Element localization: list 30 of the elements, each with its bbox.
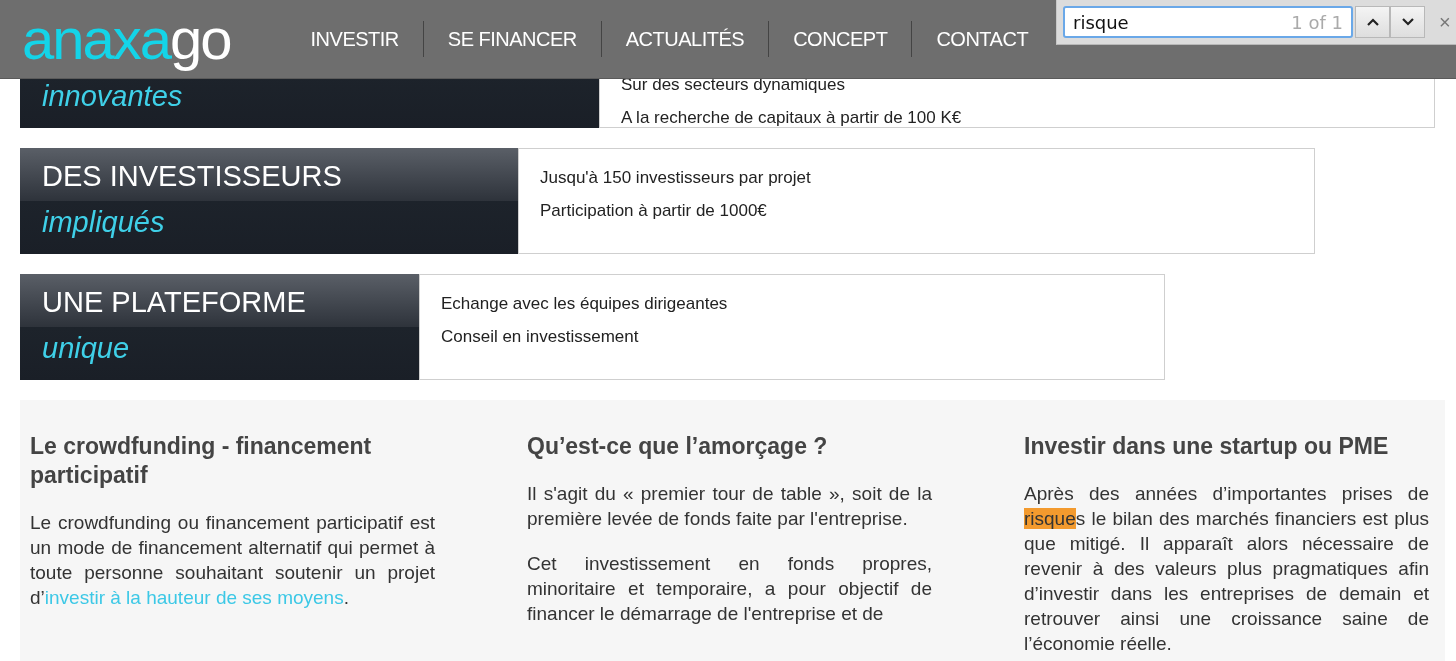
article-heading: Investir dans une startup ou PME <box>1024 432 1390 461</box>
article-paragraph: Il s'agit du « premier tour de table », soit de la première levée de fonds faite par l'entreprise. <box>527 482 932 531</box>
article-paragraph: Le crowdfunding ou financement participatif est un mode de financement alternatif qui permet à toute personne souhaitant soutenir un projet d’investir à la hauteur de ses moyens. <box>30 511 435 610</box>
nav-link[interactable]: SE FINANCER <box>423 21 601 57</box>
feature-point: Participation à partir de 1000€ <box>540 200 768 222</box>
article-heading: Le crowdfunding - financement participatif <box>30 432 373 490</box>
article-paragraph: Cet investissement en fonds propres, minoritaire et temporaire, a pour objectif de financer le démarrage de l'entreprise et de <box>527 552 932 626</box>
nav-link[interactable]: INVESTIR <box>310 21 423 57</box>
next-button[interactable] <box>1390 6 1425 38</box>
feature-subtitle: unique <box>42 331 131 366</box>
close-button[interactable]: × <box>1435 10 1455 34</box>
chevron-up-icon <box>1366 18 1379 26</box>
match-count: 1 of 1 <box>1291 11 1343 33</box>
feature-subtitle: impliqués <box>42 205 166 240</box>
article-heading: Qu’est-ce que l’amorçage ? <box>527 432 829 461</box>
nav-link[interactable]: ACTUALITÉS <box>601 21 769 57</box>
feature-title: UNE PLATEFORME <box>42 285 307 320</box>
nav-link[interactable]: CONTACT <box>912 21 1029 57</box>
feature-title: DES INVESTISSEURS <box>42 159 343 194</box>
article-paragraph: Après des années d’importantes prises de risques le bilan des marchés financiers est plus que mitigé. Il apparaît alors nécessaire de revenir à des valeurs plus pragmatiques afin d’investir dans les entreprises de demain et retrouver ainsi une croissance saine de l’économie réelle. <box>1024 482 1429 656</box>
feature-point: Jusqu'à 150 investisseurs par projet <box>540 167 812 189</box>
find-query: risque <box>1073 11 1129 33</box>
feature-subtitle: innovantes <box>42 79 184 114</box>
chevron-down-icon <box>1401 18 1414 26</box>
nav-link[interactable]: CONCEPT <box>769 21 912 57</box>
feature-point: Conseil en investissement <box>441 326 640 348</box>
feature-point: A la recherche de capitaux à partir de 100 K€ <box>621 107 963 129</box>
feature-point: Echange avec les équipes dirigeantes <box>441 293 729 315</box>
find-field[interactable]: risque 1 of 1 <box>1063 6 1353 38</box>
previous-button[interactable] <box>1355 6 1390 38</box>
